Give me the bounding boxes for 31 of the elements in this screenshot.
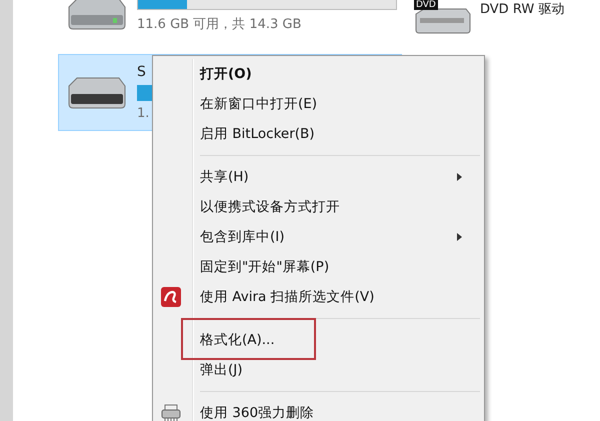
menu-item[interactable]: 共享(H) bbox=[155, 162, 482, 192]
menu-item-label: 打开(O) bbox=[200, 65, 253, 83]
menu-item-label: 以便携式设备方式打开 bbox=[200, 198, 341, 216]
drive-tile[interactable]: 11.6 GB 可用，共 14.3 GB bbox=[58, 0, 402, 34]
antivirus-icon bbox=[161, 287, 181, 307]
menu-item-label: 包含到库中(I) bbox=[200, 228, 286, 246]
menu-item[interactable]: 使用 360强力删除 bbox=[155, 398, 482, 421]
menu-item[interactable]: 弹出(J) bbox=[155, 355, 482, 385]
menu-item[interactable]: 固定到"开始"屏幕(P) bbox=[155, 252, 482, 282]
menu-item[interactable]: 以便携式设备方式打开 bbox=[155, 192, 482, 222]
menu-item[interactable]: 格式化(A)... bbox=[155, 325, 482, 355]
menu-item[interactable]: 包含到库中(I) bbox=[155, 222, 482, 252]
submenu-arrow-icon bbox=[457, 173, 462, 181]
menu-item[interactable]: 打开(O) bbox=[155, 59, 482, 89]
free-space-text: 1. bbox=[137, 106, 150, 121]
free-space-text: 11.6 GB 可用，共 14.3 GB bbox=[137, 16, 302, 33]
menu-item-label: 使用 Avira 扫描所选文件(V) bbox=[200, 288, 376, 306]
menu-item-label: 使用 360强力删除 bbox=[200, 404, 316, 421]
menu-item-label: 共享(H) bbox=[200, 168, 250, 186]
menu-item-label: 在新窗口中打开(E) bbox=[200, 95, 318, 113]
menu-item-label: 格式化(A)... bbox=[200, 331, 276, 349]
drive-name: DVD RW 驱动 bbox=[480, 1, 564, 18]
submenu-arrow-icon bbox=[457, 233, 462, 241]
menu-item[interactable]: 在新窗口中打开(E) bbox=[155, 89, 482, 119]
menu-item-label: 启用 BitLocker(B) bbox=[200, 125, 316, 143]
menu-item-label: 弹出(J) bbox=[200, 361, 244, 379]
menu-item-label: 固定到"开始"屏幕(P) bbox=[200, 258, 330, 276]
menu-item[interactable]: 启用 BitLocker(B) bbox=[155, 119, 482, 149]
dvd-badge: DVD bbox=[414, 0, 438, 10]
menu-item[interactable]: 使用 Avira 扫描所选文件(V) bbox=[155, 282, 482, 312]
drive-name: S bbox=[137, 64, 146, 80]
